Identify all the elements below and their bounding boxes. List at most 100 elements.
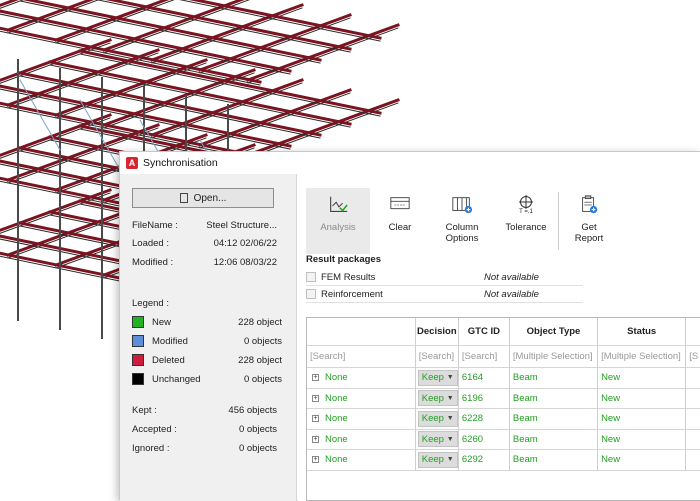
chevron-down-icon: ▼: [446, 435, 454, 443]
header-gtc-id[interactable]: GTC ID: [459, 318, 510, 345]
row-status: New: [598, 388, 687, 408]
tolerance-icon-text: T =.1: [519, 208, 533, 215]
expand-icon[interactable]: +: [312, 394, 319, 402]
search-gtc-id[interactable]: [Search]: [459, 346, 510, 367]
decision-value: Keep: [421, 433, 444, 445]
decision-value: Keep: [421, 413, 444, 425]
legend-name: New: [152, 316, 172, 328]
table-row[interactable]: + None Keep ▼ 6292 Beam New: [307, 450, 700, 471]
row-name: None: [325, 413, 348, 425]
structure-member: [0, 101, 262, 159]
decision-value: Keep: [421, 372, 444, 384]
expand-icon[interactable]: +: [312, 435, 319, 443]
legend-name: Unchanged: [152, 373, 201, 385]
decision-dropdown[interactable]: Keep ▼: [417, 369, 458, 386]
info-row-filename: FileName : Steel Structure...: [132, 220, 277, 231]
row-extra: [686, 430, 700, 450]
search-status[interactable]: [Multiple Selection]: [598, 346, 687, 367]
stat-row-kept: Kept : 456 objects: [132, 405, 277, 416]
expand-icon[interactable]: +: [312, 415, 319, 423]
search-name[interactable]: [Search]: [307, 346, 416, 367]
table-row[interactable]: + None Keep ▼ 6164 Beam New: [307, 368, 700, 389]
row-object-type: Beam: [510, 368, 599, 388]
legend-count: 0 objects: [243, 373, 282, 385]
decision-value: Keep: [421, 454, 444, 466]
row-object-type: Beam: [510, 429, 599, 449]
decision-dropdown[interactable]: Keep ▼: [417, 451, 458, 468]
analysis-icon: [327, 194, 349, 216]
stat-label: Kept :: [132, 405, 157, 416]
header-extra[interactable]: [686, 318, 700, 345]
dialog-title: Synchronisation: [143, 157, 218, 169]
clear-label: Clear: [388, 222, 412, 233]
title-bar: A Synchronisation: [120, 152, 700, 174]
legend-swatch-deleted: [132, 354, 144, 366]
legend-item-modified: Modified 0 objects: [132, 335, 282, 347]
open-button-label: Open...: [193, 192, 227, 204]
info-value: 04:12 02/06/22: [213, 238, 277, 249]
column-options-button[interactable]: Column Options: [430, 188, 494, 254]
stat-value: 0 objects: [238, 424, 277, 435]
row-name: None: [325, 454, 348, 466]
row-gtc-id: 6260: [459, 429, 510, 449]
expand-icon[interactable]: +: [312, 456, 319, 464]
decision-value: Keep: [421, 392, 444, 404]
legend-name: Deleted: [152, 354, 185, 366]
row-object-type: Beam: [510, 388, 599, 408]
get-report-label-2: Report: [574, 233, 604, 244]
table-row[interactable]: + None Keep ▼ 6228 Beam New: [307, 409, 700, 430]
decision-dropdown[interactable]: Keep ▼: [417, 390, 458, 407]
tolerance-label: Tolerance: [505, 222, 547, 233]
decision-dropdown[interactable]: Keep ▼: [417, 431, 458, 448]
package-row-fem: FEM Results Not available: [306, 269, 583, 286]
info-value: 12:06 08/03/22: [213, 257, 277, 268]
header-decision[interactable]: Decision: [416, 318, 459, 345]
row-object-type: Beam: [510, 450, 599, 470]
legend-swatch-unchanged: [132, 373, 144, 385]
legend-count: 228 object: [238, 354, 282, 366]
grid-header-row: Decision GTC ID Object Type Status: [307, 318, 700, 346]
legend-swatch-new: [132, 316, 144, 328]
row-gtc-id: 6292: [459, 450, 510, 470]
decision-dropdown[interactable]: Keep ▼: [417, 410, 458, 427]
row-extra: [686, 389, 700, 409]
table-row[interactable]: + None Keep ▼ 6196 Beam New: [307, 388, 700, 409]
legend-name: Modified: [152, 335, 188, 347]
search-object-type[interactable]: [Multiple Selection]: [510, 346, 599, 367]
expand-icon[interactable]: +: [312, 374, 319, 382]
toolbar: Analysis Clear Column Options T =.1 Tole…: [306, 188, 619, 254]
package-name: FEM Results: [321, 271, 376, 283]
stat-row-accepted: Accepted : 0 objects: [132, 424, 277, 435]
clear-button[interactable]: Clear: [370, 188, 430, 254]
stat-value: 456 objects: [228, 405, 277, 416]
search-extra[interactable]: [S: [686, 346, 700, 367]
legend-item-deleted: Deleted 228 object: [132, 354, 282, 366]
package-status: Not available: [484, 288, 539, 300]
synchronisation-dialog: A Synchronisation Open... FileName : Ste…: [119, 151, 700, 501]
legend-swatch-modified: [132, 335, 144, 347]
chevron-down-icon: ▼: [446, 394, 454, 402]
row-extra: [686, 409, 700, 429]
legend-count: 228 object: [238, 316, 282, 328]
row-name: None: [325, 433, 348, 445]
header-name[interactable]: [307, 318, 416, 345]
table-row[interactable]: + None Keep ▼ 6260 Beam New: [307, 429, 700, 450]
package-row-reinforcement: Reinforcement Not available: [306, 286, 583, 303]
header-object-type[interactable]: Object Type: [510, 318, 599, 345]
package-checkbox[interactable]: [306, 272, 316, 282]
package-checkbox[interactable]: [306, 289, 316, 299]
header-status[interactable]: Status: [598, 318, 687, 345]
clear-icon: [389, 194, 411, 216]
get-report-button[interactable]: Get Report: [559, 188, 619, 254]
tolerance-button[interactable]: T =.1 Tolerance: [494, 188, 558, 254]
row-gtc-id: 6196: [459, 388, 510, 408]
row-status: New: [598, 450, 687, 470]
row-gtc-id: 6164: [459, 368, 510, 388]
analysis-label: Analysis: [320, 222, 356, 233]
search-decision[interactable]: [Search]: [416, 346, 459, 367]
info-label: FileName :: [132, 220, 178, 231]
open-button[interactable]: Open...: [132, 188, 274, 208]
legend-count: 0 objects: [243, 335, 282, 347]
analysis-button[interactable]: Analysis: [306, 188, 370, 254]
app-logo-icon: A: [126, 157, 138, 169]
